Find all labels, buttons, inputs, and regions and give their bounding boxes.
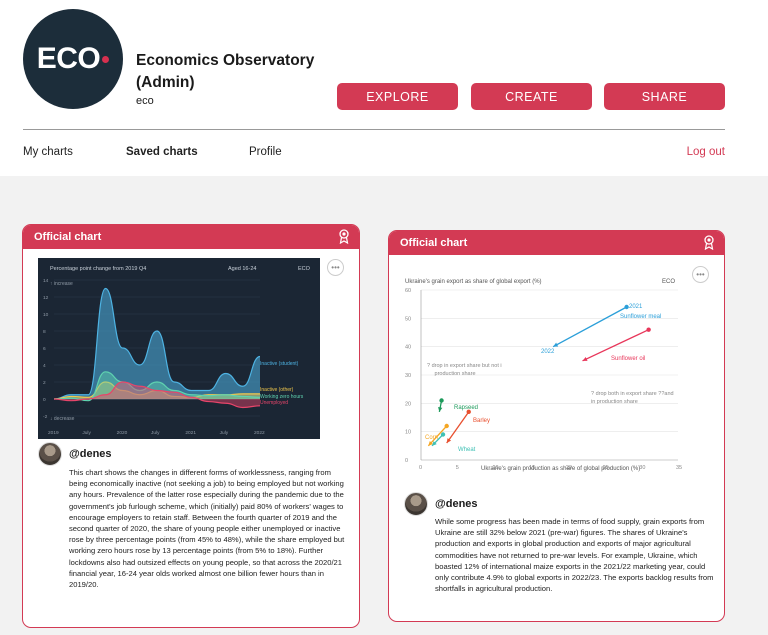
award-icon bbox=[339, 229, 349, 244]
org-logo: ECO bbox=[23, 9, 123, 109]
author-name: @denes bbox=[435, 498, 478, 510]
y-tick-label: 40 bbox=[405, 345, 411, 351]
point-2021 bbox=[444, 423, 449, 429]
decrease-label: ↓ decrease bbox=[50, 416, 75, 422]
card-author[interactable]: @denes bbox=[404, 492, 478, 516]
nav-my-charts[interactable]: My charts bbox=[23, 146, 73, 158]
y-tick-label: 50 bbox=[405, 316, 411, 322]
worklessness-chart[interactable]: Percentage point change from 2019 Q4 Age… bbox=[38, 258, 320, 439]
x-tick-label: 2020 bbox=[117, 430, 128, 436]
series-label-inactive-other: Inactive (other) bbox=[260, 387, 294, 393]
label-2022: 2022 bbox=[541, 349, 555, 355]
y-tick-label: 8 bbox=[43, 329, 46, 335]
x-tick-label: 35 bbox=[676, 465, 682, 471]
nav-profile[interactable]: Profile bbox=[249, 146, 282, 158]
series-label-unemployed: Unemployed bbox=[260, 400, 288, 406]
profile-header: ECO Economics Observatory (Admin) eco EX… bbox=[0, 0, 768, 176]
point-2021 bbox=[646, 327, 651, 332]
chart-card[interactable]: Official chart Ukraine's grain export as… bbox=[388, 230, 725, 622]
y-tick-label: 14 bbox=[43, 278, 49, 284]
chart-title: Percentage point change from 2019 Q4 bbox=[50, 266, 146, 272]
org-handle: eco bbox=[136, 95, 154, 107]
more-options-icon[interactable]: ••• bbox=[327, 259, 344, 276]
chart-description: While some progress has been made in ter… bbox=[435, 517, 714, 594]
x-tick-label: 0 bbox=[419, 465, 422, 471]
card-header: Official chart bbox=[389, 231, 724, 255]
create-button[interactable]: CREATE bbox=[471, 83, 592, 110]
y-tick-label: 6 bbox=[43, 346, 46, 352]
header-divider bbox=[23, 129, 725, 130]
label-sunflower-oil: Sunflower oil bbox=[611, 356, 645, 362]
chart-title: Ukraine's grain export as share of globa… bbox=[405, 279, 542, 285]
logo-dot bbox=[102, 55, 110, 63]
x-tick-label: 5 bbox=[456, 465, 459, 471]
chart-card[interactable]: Official chart Percentage point change f… bbox=[22, 224, 360, 628]
card-header: Official chart bbox=[23, 225, 359, 249]
point-2021 bbox=[439, 398, 444, 403]
x-axis-label: Ukraine's grain production as share of g… bbox=[481, 466, 640, 472]
series-label-inactive-student: Inactive (student) bbox=[260, 361, 299, 367]
point-2021 bbox=[440, 432, 446, 437]
nav-saved-charts[interactable]: Saved charts bbox=[126, 146, 198, 158]
y-tick-label: 2 bbox=[43, 380, 46, 386]
grain-export-chart[interactable]: Ukraine's grain export as share of globa… bbox=[403, 269, 693, 479]
y-tick-label: 12 bbox=[43, 295, 49, 301]
y-tick-label: 10 bbox=[43, 312, 49, 318]
chart-description: This chart shows the changes in differen… bbox=[69, 468, 345, 590]
explore-button[interactable]: EXPLORE bbox=[337, 83, 458, 110]
award-icon bbox=[704, 235, 714, 250]
chart-brand: ECO bbox=[662, 279, 675, 285]
card-author[interactable]: @denes bbox=[38, 442, 112, 466]
logout-link[interactable]: Log out bbox=[687, 146, 725, 158]
author-name: @denes bbox=[69, 448, 112, 460]
y-tick-label: -2 bbox=[43, 414, 48, 420]
share-button[interactable]: SHARE bbox=[604, 83, 725, 110]
chart-brand: ECO bbox=[298, 266, 311, 272]
chart-subtitle: Aged 16-24 bbox=[228, 266, 256, 272]
x-tick-label: July bbox=[220, 430, 229, 436]
more-options-icon[interactable]: ••• bbox=[692, 266, 709, 283]
y-tick-label: 4 bbox=[43, 363, 46, 369]
logo-text: ECO bbox=[36, 42, 101, 75]
official-chart-badge: Official chart bbox=[34, 231, 102, 243]
y-tick-label: 30 bbox=[405, 373, 411, 379]
official-chart-badge: Official chart bbox=[400, 237, 468, 249]
y-tick-label: 0 bbox=[405, 458, 408, 464]
label-sunflower-meal: Sunflower meal bbox=[620, 314, 661, 320]
increase-label: ↑ increase bbox=[50, 281, 73, 287]
avatar bbox=[38, 442, 62, 466]
y-tick-label: 60 bbox=[405, 288, 411, 294]
label-rapseed: Rapseed bbox=[454, 405, 478, 411]
x-tick-label: July bbox=[151, 430, 160, 436]
x-tick-label: 2019 bbox=[48, 430, 59, 436]
x-tick-label: July bbox=[82, 430, 91, 436]
org-name: Economics Observatory (Admin) bbox=[136, 52, 315, 91]
y-tick-label: 10 bbox=[405, 430, 411, 436]
label-2021: 2021 bbox=[629, 304, 643, 310]
label-wheat: Wheat bbox=[458, 447, 476, 453]
label-barley: Barley bbox=[473, 418, 490, 424]
x-tick-label: 2021 bbox=[185, 430, 196, 436]
y-tick-label: 20 bbox=[405, 401, 411, 407]
y-tick-label: 0 bbox=[43, 397, 46, 403]
label-corn: Corn bbox=[425, 435, 438, 441]
avatar bbox=[404, 492, 428, 516]
chart-background bbox=[38, 258, 320, 439]
x-tick-label: 2022 bbox=[254, 430, 265, 436]
